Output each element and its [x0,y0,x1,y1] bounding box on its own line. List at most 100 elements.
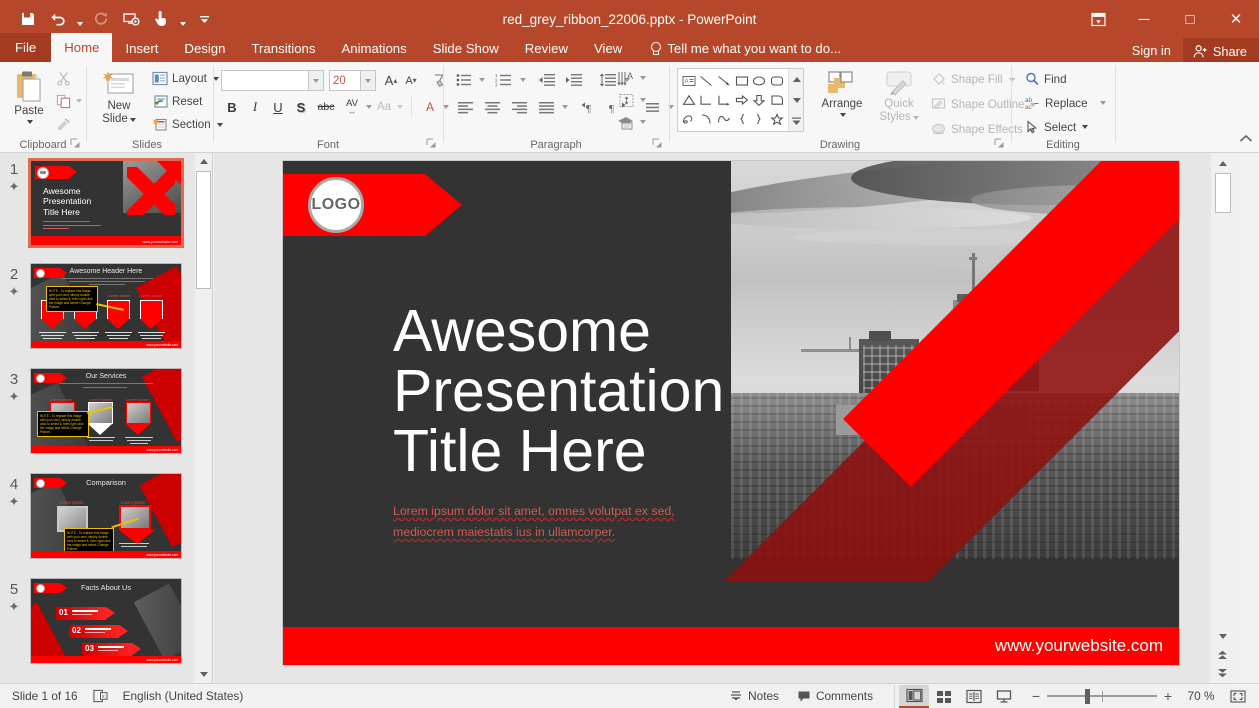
shape-oval-icon[interactable] [751,71,769,90]
collapse-ribbon-button[interactable] [1239,132,1253,150]
tell-me-search[interactable]: Tell me what you want to do... [635,35,841,62]
increase-indent-button[interactable] [561,70,587,90]
numbering-dropdown-icon[interactable] [520,78,526,82]
slide-scroll-thumb[interactable] [1215,173,1231,213]
reading-view-button[interactable] [959,685,989,708]
shape-down-arrow-icon[interactable] [751,90,769,109]
smartart-dropdown-icon[interactable] [640,120,646,124]
minimize-button[interactable]: ─ [1121,3,1167,35]
sign-in-button[interactable]: Sign in [1120,38,1183,64]
shape-elbow-arrow-icon[interactable] [715,90,733,109]
text-direction-menu-icon[interactable] [640,76,646,80]
shape-triangle-icon[interactable] [680,90,698,109]
numbering-button[interactable]: 123 [491,70,517,90]
font-size-dropdown-icon[interactable] [361,70,376,91]
character-spacing-dropdown-icon[interactable] [366,105,372,109]
align-right-button[interactable] [506,97,532,117]
new-slide-dropdown-icon[interactable] [129,117,136,122]
tab-transitions[interactable]: Transitions [238,35,328,62]
undo-dropdown-icon[interactable] [74,5,85,33]
slide-thumbnail-pane[interactable]: 1 ✦ Awesome Presentation Title Here www.… [0,153,213,683]
slide-scrollbar[interactable] [1211,153,1235,683]
undo-icon[interactable] [44,5,72,33]
previous-slide-button[interactable] [1214,646,1231,663]
new-slide-button[interactable]: New Slide [93,67,145,129]
shape-textbox-icon[interactable]: A [680,71,698,90]
align-text-vertical-dropdown-icon[interactable] [640,98,646,102]
slide-show-view-button[interactable] [989,685,1019,708]
zoom-in-button[interactable]: + [1157,684,1179,708]
start-from-beginning-icon[interactable] [117,5,145,33]
redo-icon[interactable] [87,5,115,33]
drawing-dialog-launcher[interactable] [994,138,1006,150]
convert-to-smartart-button[interactable] [614,112,638,132]
shapes-scroll-down-icon[interactable] [789,90,804,110]
thumbnail-image[interactable]: Awesome Header Here Lorem Ipsum Lorem Ip… [30,263,182,349]
touch-mode-dropdown-icon[interactable] [177,5,188,33]
thumbnail-slide-4[interactable]: 4 ✦ Comparison Lorem Ipsum Lorem Ipsum N… [0,473,196,559]
font-name-input[interactable] [221,70,309,91]
thumbnail-scroll-up-button[interactable] [195,153,212,170]
shape-scribble-icon[interactable] [680,110,698,129]
columns-dropdown-icon[interactable] [562,105,568,109]
paste-dropdown-icon[interactable] [27,120,33,124]
animation-star-icon[interactable]: ✦ [9,495,20,509]
find-button[interactable]: Find [1022,70,1109,88]
align-text-vertical-button[interactable] [614,90,638,110]
language-indicator[interactable]: English (United States) [114,684,253,708]
thumbnail-slide-5[interactable]: 5 ✦ Facts About Us 01 02 03 www.yourwebs… [0,578,196,664]
shape-curve-icon[interactable] [715,110,733,129]
select-button[interactable]: Select [1022,118,1109,136]
bullets-button[interactable] [452,70,476,90]
tab-view[interactable]: View [581,35,635,62]
change-case-button[interactable]: Aa [373,97,395,117]
copy-dropdown-icon[interactable] [76,99,82,103]
copy-button[interactable] [52,91,74,111]
shape-rounded-rectangle-icon[interactable] [768,71,786,90]
arrange-button[interactable]: Arrange [813,67,871,120]
thumbnail-image[interactable]: Comparison Lorem Ipsum Lorem Ipsum NOTE … [30,473,182,559]
character-spacing-button[interactable]: AV ↔ [340,97,364,117]
shape-arc-icon[interactable] [698,110,716,129]
clipboard-dialog-launcher[interactable] [70,138,82,150]
text-direction-ltr-button[interactable]: ¶ [577,97,603,117]
tab-home[interactable]: Home [51,33,113,62]
thumbnail-slide-2[interactable]: 2 ✦ Awesome Header Here Lorem Ipsum Lore… [0,263,196,349]
replace-dropdown-icon[interactable] [1099,101,1106,105]
shape-elbow-connector-icon[interactable] [698,90,716,109]
touch-mouse-mode-icon[interactable] [147,5,175,33]
align-center-button[interactable] [479,97,505,117]
shapes-gallery[interactable]: A [678,69,788,131]
shape-line-icon[interactable] [698,71,716,90]
slide-title[interactable]: Awesome Presentation Title Here [393,301,793,481]
logo-circle[interactable]: LOGO [308,177,364,233]
thumbnail-image[interactable]: Facts About Us 01 02 03 www.yourwebsite.… [30,578,182,664]
shape-arrow-icon[interactable] [715,71,733,90]
maximize-button[interactable]: □ [1167,3,1213,35]
comments-button[interactable]: Comments [788,684,882,708]
accessibility-checker-button[interactable]: x [87,684,114,708]
strikethrough-button[interactable]: abc [313,97,339,117]
zoom-out-button[interactable]: − [1025,684,1047,708]
font-color-button[interactable]: A [419,97,441,117]
quick-styles-dropdown-icon[interactable] [912,115,919,120]
thumbnail-scroll-down-button[interactable] [195,666,212,683]
decrease-font-size-button[interactable]: A ▾ [401,71,421,91]
font-name-dropdown-icon[interactable] [309,70,324,91]
justify-button[interactable] [533,97,559,117]
shape-rectangle-icon[interactable] [733,71,751,90]
increase-font-size-button[interactable]: A ▴ [381,71,401,91]
align-left-button[interactable] [452,97,478,117]
shape-right-arrow-icon[interactable] [733,90,751,109]
shape-left-brace-icon[interactable] [733,110,751,129]
slide-sorter-view-button[interactable] [929,685,959,708]
thumbnail-image[interactable]: Our Services Lorem Ipsum Lorem Ipsum Lor… [30,368,182,454]
change-case-dropdown-icon[interactable] [397,105,403,109]
ribbon-display-options-icon[interactable] [1075,3,1121,35]
share-button[interactable]: Share [1182,38,1259,64]
zoom-handle[interactable] [1085,688,1090,704]
slide-scroll-down-button[interactable] [1214,628,1231,645]
slide-scroll-up-button[interactable] [1214,155,1231,172]
tab-animations[interactable]: Animations [329,35,420,62]
bold-button[interactable]: B [221,97,243,117]
